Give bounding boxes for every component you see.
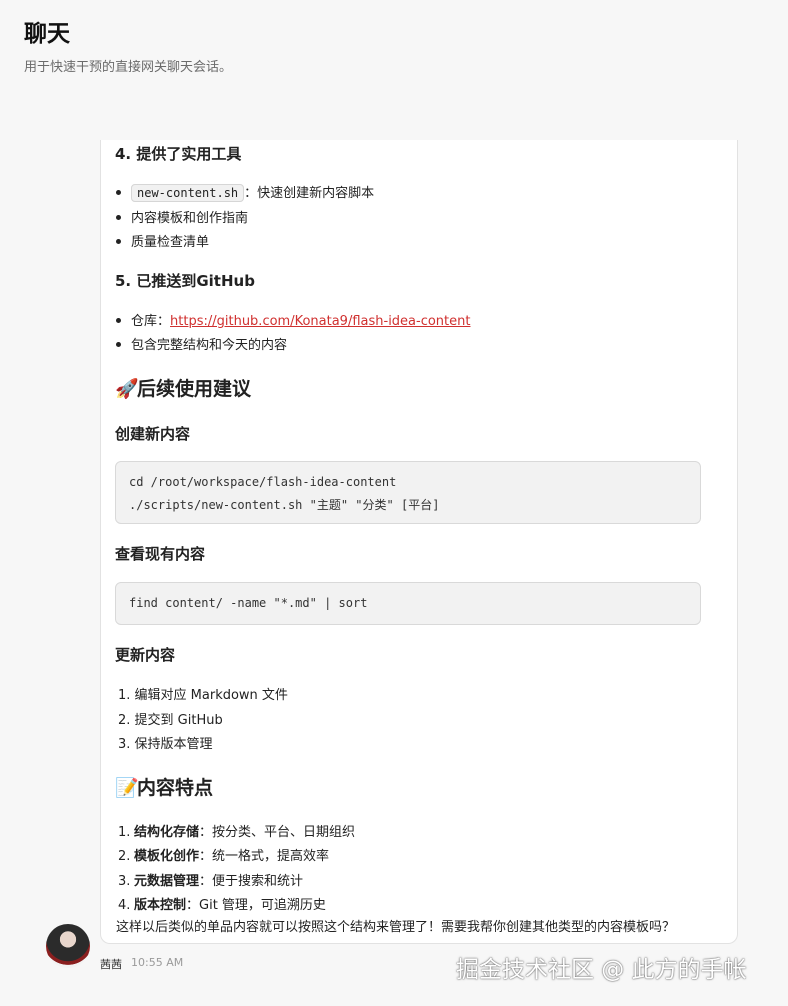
list-item-bold: 版本控制 — [134, 898, 187, 913]
features-heading-text: 内容特点 — [137, 777, 214, 799]
list-item: new-content.sh ：快速创建新内容脚本 — [116, 182, 375, 202]
bullet-icon — [116, 190, 121, 195]
repo-label: 仓库： — [131, 314, 171, 329]
list-item-text: ：统一格式，提高效率 — [199, 849, 330, 864]
create-heading: 创建新内容 — [115, 425, 191, 443]
list-number: 1. — [118, 825, 131, 840]
list-number: 4. — [118, 898, 131, 913]
code-line: cd /root/workspace/flash-idea-content — [129, 475, 397, 489]
closing-text: 这样以后类似的单品内容就可以按照这个结构来管理了！需要我帮你创建其他类型的内容模… — [116, 920, 676, 935]
list-number: 3. — [118, 874, 131, 889]
bullet-icon — [116, 215, 121, 220]
bullet-icon — [116, 239, 121, 244]
view-heading: 查看现有内容 — [115, 545, 206, 563]
list-item: 仓库：https://github.com/Konata9/flash-idea… — [116, 310, 470, 329]
page-title: 聊天 — [24, 21, 70, 47]
rocket-icon: 🚀 — [115, 378, 139, 400]
list-item-text: 内容模板和创作指南 — [131, 211, 249, 226]
watermark: 掘金技术社区 @ 此方的手帐 — [456, 957, 747, 983]
usage-heading-text: 后续使用建议 — [137, 378, 252, 400]
memo-icon: 📝 — [115, 777, 139, 799]
list-item-bold: 结构化存储 — [134, 825, 200, 840]
inline-code: new-content.sh — [131, 184, 245, 202]
repo-link[interactable]: https://github.com/Konata9/flash-idea-co… — [170, 314, 470, 329]
section5-heading: 5. 已推送到GitHub — [115, 272, 255, 290]
bullet-icon — [116, 318, 121, 323]
bullet-icon — [116, 342, 121, 347]
list-number: 2. — [118, 849, 131, 864]
user-avatar-icon[interactable] — [46, 924, 90, 968]
assistant-message-bubble: 4. 提供了实用工具 new-content.sh ：快速创建新内容脚本 内容模板… — [100, 140, 738, 944]
features-heading: 📝内容特点 — [115, 773, 213, 800]
list-item-bold: 模板化创作 — [134, 849, 200, 864]
list-item: 3. 保持版本管理 — [118, 737, 213, 752]
list-item: 内容模板和创作指南 — [116, 207, 248, 226]
usage-heading: 🚀后续使用建议 — [115, 374, 251, 401]
list-item-text: ：快速创建新内容脚本 — [244, 186, 375, 201]
list-item: 质量检查清单 — [116, 231, 209, 250]
list-item-text: ：按分类、平台、日期组织 — [199, 825, 356, 840]
list-item-text: 质量检查清单 — [131, 235, 210, 250]
update-heading: 更新内容 — [115, 646, 176, 664]
page-subtitle: 用于快速干预的直接网关聊天会话。 — [24, 60, 233, 75]
list-item-text: 包含完整结构和今天的内容 — [131, 338, 288, 353]
list-item: 1. 编辑对应 Markdown 文件 — [118, 688, 288, 703]
list-item: 1. 结构化存储：按分类、平台、日期组织 — [118, 821, 355, 840]
list-item-text: ：Git 管理，可追溯历史 — [186, 898, 326, 913]
message-timestamp: 10:55 AM — [131, 956, 184, 969]
list-item: 4. 版本控制：Git 管理，可追溯历史 — [118, 894, 326, 913]
sender-name: 茜茜 — [100, 958, 122, 971]
section4-heading: 4. 提供了实用工具 — [115, 145, 242, 163]
list-item: 2. 提交到 GitHub — [118, 713, 223, 728]
list-item-bold: 元数据管理 — [134, 874, 200, 889]
list-item: 3. 元数据管理：便于搜索和统计 — [118, 870, 303, 889]
code-line: ./scripts/new-content.sh "主题" "分类" [平台] — [129, 498, 440, 512]
list-item: 包含完整结构和今天的内容 — [116, 334, 287, 353]
code-line: find content/ -name "*.md" | sort — [129, 596, 368, 610]
list-item-text: ：便于搜索和统计 — [199, 874, 304, 889]
list-item: 2. 模板化创作：统一格式，提高效率 — [118, 845, 329, 864]
code-block: cd /root/workspace/flash-idea-content ./… — [115, 461, 701, 524]
code-block: find content/ -name "*.md" | sort — [115, 582, 701, 625]
